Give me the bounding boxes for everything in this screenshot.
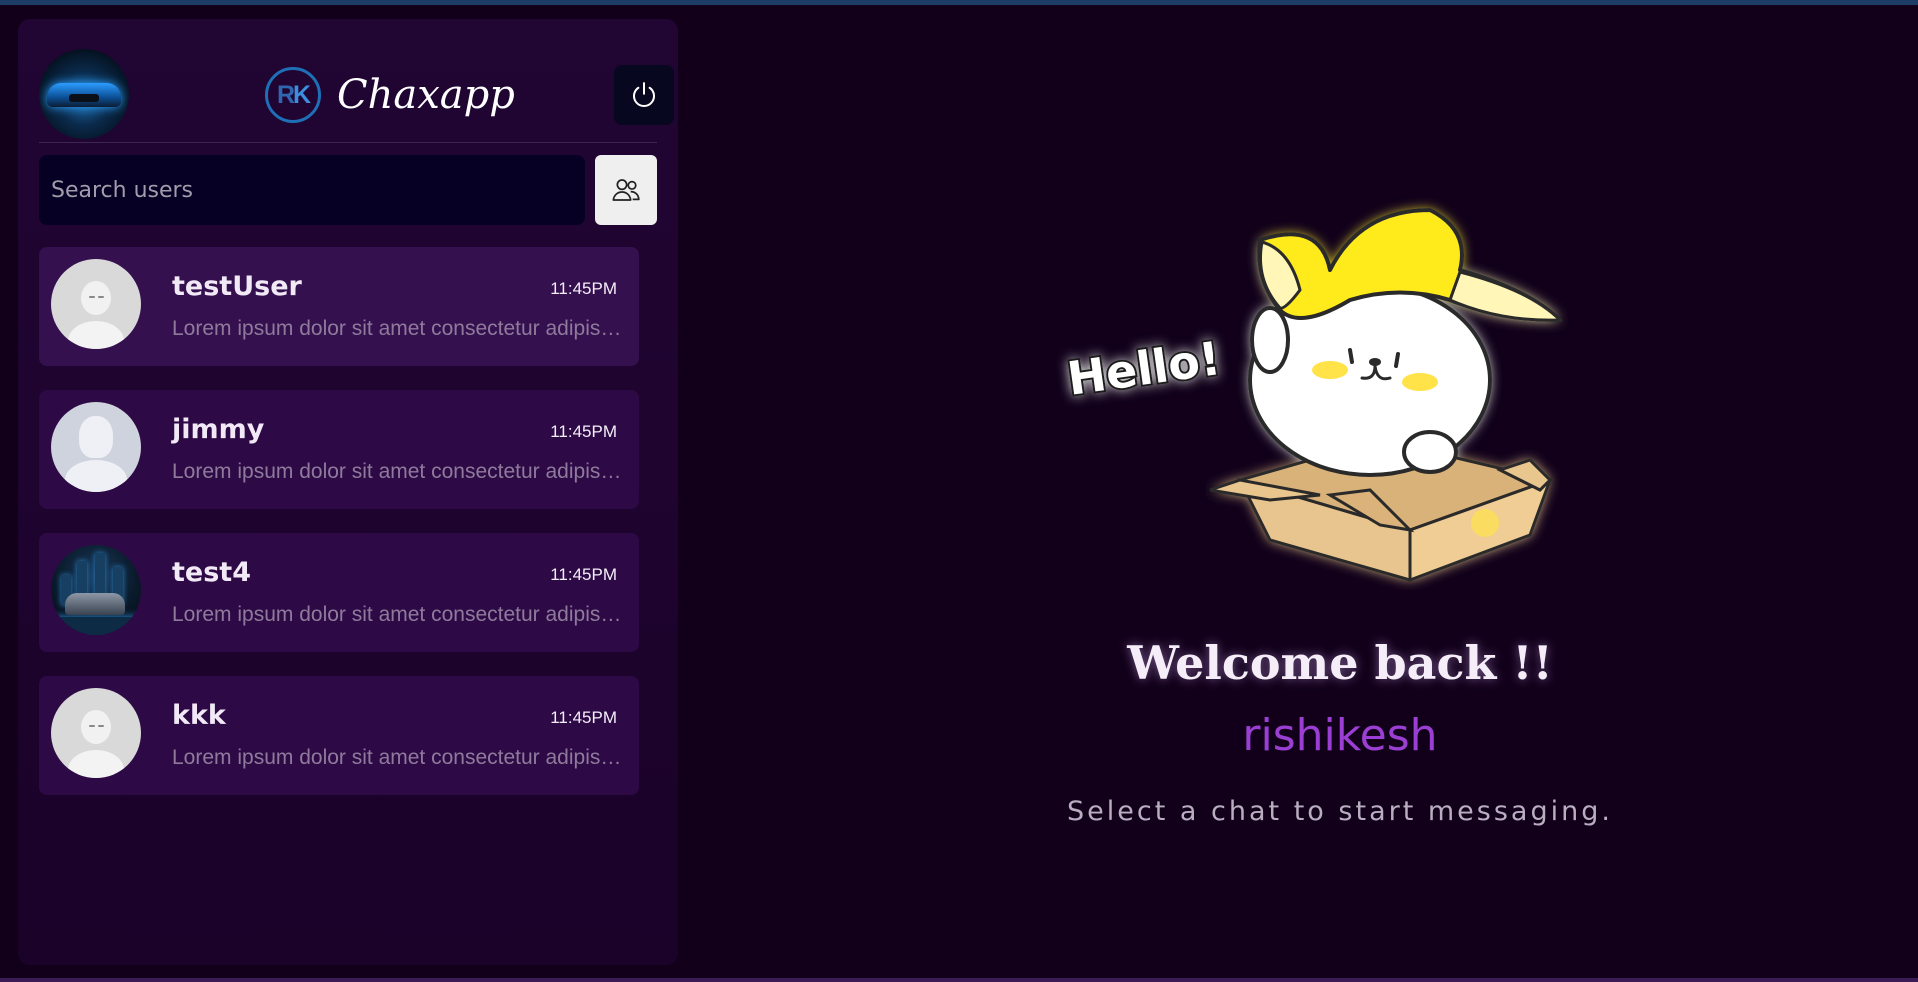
profile-avatar[interactable]: [39, 49, 129, 139]
new-group-button[interactable]: [595, 155, 657, 225]
chat-preview: Lorem ipsum dolor sit amet consectetur a…: [172, 603, 622, 626]
chat-time: 11:45PM: [550, 708, 617, 727]
chat-preview: Lorem ipsum dolor sit amet consectetur a…: [172, 317, 622, 340]
chat-time: 11:45PM: [550, 565, 617, 584]
sidebar-header: RK Chaxapp: [39, 29, 674, 143]
hello-sign: Hello!: [1064, 331, 1224, 406]
brand: RK Chaxapp: [265, 65, 515, 125]
window-top-border: [0, 0, 1918, 5]
chat-preview: Lorem ipsum dolor sit amet consectetur a…: [172, 460, 622, 483]
search-input[interactable]: [39, 155, 585, 225]
silhouette-avatar: [51, 402, 141, 492]
default-avatar: [51, 259, 141, 349]
chat-item[interactable]: kkk 11:45PM Lorem ipsum dolor sit amet c…: [39, 676, 639, 795]
mascot-illustration: Hello!: [1062, 208, 1564, 583]
search-row: [39, 155, 657, 227]
logout-button[interactable]: [614, 65, 674, 125]
window-bottom-border: [0, 978, 1918, 982]
logo-icon: RK: [265, 67, 321, 123]
default-avatar: [51, 688, 141, 778]
logo-letter-k: K: [293, 80, 311, 109]
power-icon: [633, 82, 655, 108]
chat-name: jimmy: [172, 414, 265, 445]
sidebar: RK Chaxapp testUser 1: [18, 19, 678, 965]
chat-item[interactable]: test4 11:45PM Lorem ipsum dolor sit amet…: [39, 533, 639, 652]
chat-name: test4: [172, 557, 251, 588]
logo-letter-r: R: [276, 80, 295, 109]
chat-name: kkk: [172, 700, 226, 731]
welcome-subtitle: Select a chat to start messaging.: [1067, 796, 1613, 827]
car-grill: [69, 94, 99, 102]
welcome-panel: Hello! Welcome back !! rishikesh Select …: [1030, 190, 1650, 840]
chat-list: testUser 11:45PM Lorem ipsum dolor sit a…: [39, 247, 639, 819]
welcome-username: rishikesh: [1242, 710, 1438, 761]
chat-time: 11:45PM: [550, 279, 617, 298]
welcome-title: Welcome back !!: [1127, 636, 1553, 690]
chat-item[interactable]: jimmy 11:45PM Lorem ipsum dolor sit amet…: [39, 390, 639, 509]
chat-preview: Lorem ipsum dolor sit amet consectetur a…: [172, 746, 622, 769]
city-car-avatar: [51, 545, 141, 635]
chat-time: 11:45PM: [550, 422, 617, 441]
chat-item[interactable]: testUser 11:45PM Lorem ipsum dolor sit a…: [39, 247, 639, 366]
users-icon: [612, 179, 640, 201]
chat-name: testUser: [172, 271, 302, 302]
brand-name: Chaxapp: [337, 72, 515, 118]
